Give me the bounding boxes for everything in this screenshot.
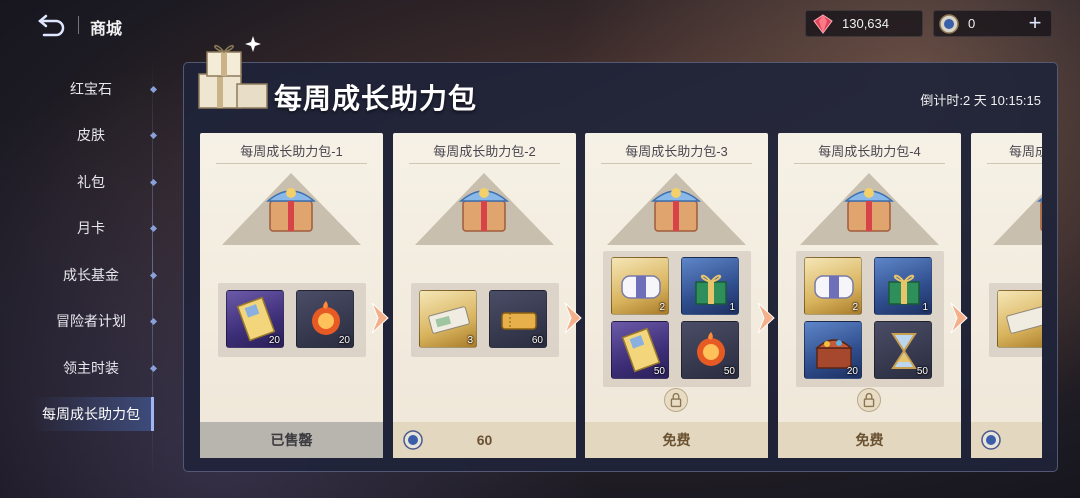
item-quantity: 2 bbox=[659, 302, 665, 313]
panel-title: 每周成长助力包 bbox=[274, 83, 478, 114]
countdown-timer: 倒计时:2 天 10:15:15 bbox=[920, 93, 1041, 108]
sidebar-item-skin[interactable]: 皮肤 bbox=[30, 118, 158, 152]
sidebar-item-adventurer-plan[interactable]: 冒险者计划 bbox=[30, 304, 158, 338]
book-icon[interactable]: 20 bbox=[226, 290, 284, 348]
sidebar-item-monthly-card[interactable]: 月卡 bbox=[30, 211, 158, 245]
pillow-icon[interactable]: 2 bbox=[804, 257, 862, 315]
pack-card-title: 每周成长助力包-2 bbox=[433, 144, 536, 159]
item-quantity: 3 bbox=[467, 335, 473, 346]
gift-chest-icon bbox=[265, 188, 317, 232]
sidebar-item-label: 每周成长助力包 bbox=[42, 406, 140, 422]
title-underline bbox=[794, 163, 945, 164]
buy-label: 已售罄 bbox=[270, 432, 313, 448]
coin-icon bbox=[939, 13, 959, 34]
coin-currency[interactable]: 0 + bbox=[933, 10, 1052, 37]
sidebar-item-weekly-growth-pack[interactable]: 每周成长助力包 bbox=[30, 397, 154, 431]
sidebar-item-lord-fashion[interactable]: 领主时装 bbox=[30, 351, 158, 385]
buy-button[interactable] bbox=[971, 422, 1042, 458]
gift-box-icon[interactable]: 1 bbox=[681, 257, 739, 315]
back-button[interactable] bbox=[34, 12, 68, 38]
item-quantity: 20 bbox=[268, 335, 280, 346]
pack-card-2[interactable]: 每周成长助力包-2 3 60 60 bbox=[393, 133, 576, 458]
coin-amount: 0 bbox=[968, 16, 976, 31]
pack-card-title: 每周成长助力包-1 bbox=[240, 144, 343, 159]
buy-button[interactable]: 60 bbox=[393, 422, 576, 458]
title-underline bbox=[987, 163, 1042, 164]
sidebar-item-label: 冒险者计划 bbox=[56, 313, 126, 329]
ruby-icon bbox=[813, 13, 833, 34]
ruby-currency[interactable]: 130,634 bbox=[805, 10, 923, 37]
book-icon[interactable]: 50 bbox=[611, 321, 669, 379]
coin-icon bbox=[981, 430, 1001, 450]
pack-card-title: 每周成长助力包-4 bbox=[818, 144, 921, 159]
title-underline bbox=[601, 163, 752, 164]
gift-stack-icon bbox=[198, 36, 268, 109]
buy-label: 免费 bbox=[662, 432, 691, 448]
lock-icon bbox=[857, 388, 881, 412]
item-quantity: 1 bbox=[922, 302, 928, 313]
hourglass-icon[interactable]: 50 bbox=[874, 321, 932, 379]
pack-card-3[interactable]: 每周成长助力包-3 2 1 50 50 免费 bbox=[585, 133, 768, 458]
sidebar: 红宝石 皮肤 礼包 月卡 成长基金 冒险者计划 领主时装 每周成长助力包 bbox=[0, 48, 160, 498]
gift-chest-icon bbox=[843, 188, 895, 232]
ruby-amount: 130,634 bbox=[842, 16, 889, 31]
title-underline bbox=[409, 163, 560, 164]
sold-out-button: 已售罄 bbox=[200, 422, 383, 458]
sidebar-item-growth-fund[interactable]: 成长基金 bbox=[30, 258, 158, 292]
sidebar-item-ruby[interactable]: 红宝石 bbox=[30, 72, 158, 106]
sidebar-item-gift-pack[interactable]: 礼包 bbox=[30, 165, 158, 199]
ticket-icon[interactable] bbox=[997, 290, 1042, 348]
item-quantity: 50 bbox=[723, 366, 735, 377]
sidebar-item-label: 红宝石 bbox=[70, 81, 112, 97]
lock-icon bbox=[664, 388, 688, 412]
pillow-icon[interactable]: 2 bbox=[611, 257, 669, 315]
chevron-right-icon bbox=[371, 302, 389, 334]
fire-orb-icon[interactable]: 20 bbox=[296, 290, 354, 348]
item-quantity: 50 bbox=[916, 366, 928, 377]
gift-box-icon[interactable]: 1 bbox=[874, 257, 932, 315]
pack-cards-row: 每周成长助力包-1 20 20 已售罄 每周成长助力包-2 3 60 60 每周… bbox=[200, 133, 1042, 458]
gift-chest-icon bbox=[1036, 197, 1042, 232]
item-quantity: 50 bbox=[653, 366, 665, 377]
claim-free-button[interactable]: 免费 bbox=[585, 422, 768, 458]
pack-card-title: 每周成长助力包-3 bbox=[625, 144, 728, 159]
item-quantity: 60 bbox=[531, 335, 543, 346]
ticket-icon[interactable]: 3 bbox=[419, 290, 477, 348]
title-underline bbox=[216, 163, 367, 164]
sidebar-item-label: 成长基金 bbox=[63, 267, 119, 283]
sidebar-item-label: 皮肤 bbox=[77, 127, 105, 143]
pack-card-5[interactable]: 每周成长助力包-5 bbox=[971, 133, 1042, 458]
gift-chest-icon bbox=[458, 188, 510, 232]
chevron-right-icon bbox=[950, 302, 968, 334]
treasure-chest-icon[interactable]: 20 bbox=[804, 321, 862, 379]
gift-chest-icon bbox=[650, 188, 702, 232]
sidebar-item-label: 月卡 bbox=[77, 220, 105, 236]
item-quantity: 20 bbox=[846, 366, 858, 377]
claim-free-button[interactable]: 免费 bbox=[778, 422, 961, 458]
title-divider bbox=[78, 16, 79, 34]
gold-ticket-icon[interactable]: 60 bbox=[489, 290, 547, 348]
add-coin-button[interactable]: + bbox=[1025, 12, 1045, 34]
pack-card-4[interactable]: 每周成长助力包-4 2 1 20 50 免费 bbox=[778, 133, 961, 458]
page-title: 商城 bbox=[90, 21, 123, 38]
fire-orb-icon[interactable]: 50 bbox=[681, 321, 739, 379]
buy-label: 60 bbox=[476, 432, 493, 448]
chevron-right-icon bbox=[564, 302, 582, 334]
item-quantity: 1 bbox=[729, 302, 735, 313]
item-quantity: 2 bbox=[852, 302, 858, 313]
sidebar-item-label: 领主时装 bbox=[63, 360, 119, 376]
buy-label: 免费 bbox=[855, 432, 884, 448]
coin-icon bbox=[403, 430, 423, 450]
back-arrow-icon bbox=[38, 14, 65, 37]
item-quantity: 20 bbox=[338, 335, 350, 346]
chevron-right-icon bbox=[757, 302, 775, 334]
pack-card-1[interactable]: 每周成长助力包-1 20 20 已售罄 bbox=[200, 133, 383, 458]
top-bar: 商城 130,634 0 + bbox=[0, 0, 1080, 48]
pack-card-title: 每周成长助力包-5 bbox=[1009, 144, 1042, 159]
sidebar-item-label: 礼包 bbox=[77, 174, 105, 190]
